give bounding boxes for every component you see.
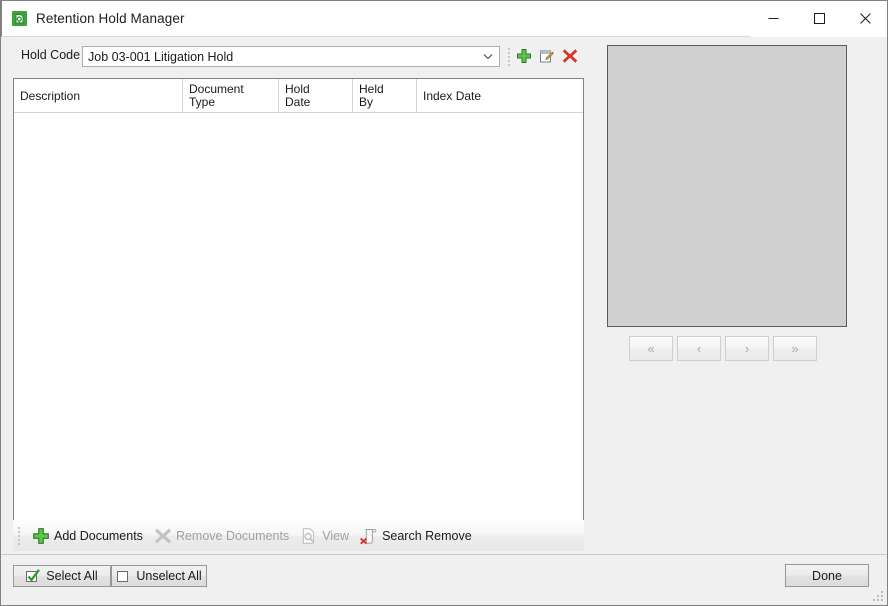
checked-checkbox-icon [26,569,41,583]
grid-body[interactable] [14,113,583,520]
first-page-button[interactable]: « [629,336,673,361]
search-remove-button[interactable]: Search Remove [354,523,477,549]
window-controls [750,0,887,37]
hold-code-toolbar-grip [508,48,511,66]
next-page-button[interactable]: › [725,336,769,361]
grey-x-icon [153,526,173,546]
hold-code-combobox[interactable]: Job 03-001 Litigation Hold [82,46,500,67]
view-button[interactable]: View [294,523,354,549]
remove-documents-label: Remove Documents [175,528,290,543]
chevron-down-icon [483,53,493,60]
unchecked-checkbox-icon [116,569,131,583]
select-all-label: Select All [46,569,98,583]
select-all-button[interactable]: Select All [13,565,111,587]
add-documents-label: Add Documents [54,528,143,543]
documents-grid[interactable]: Description Document Type Hold Date Held… [13,78,584,520]
column-header-description[interactable]: Description [14,79,183,112]
hold-code-value: Job 03-001 Litigation Hold [88,49,234,64]
last-page-button[interactable]: » [773,336,817,361]
resize-grip[interactable] [871,589,883,601]
retention-hold-manager-window: Retention Hold Manager Hold Code Job 03-… [0,0,888,606]
column-header-hold-date[interactable]: Hold Date [279,79,353,112]
close-icon[interactable] [842,0,887,37]
unselect-all-label: Unselect All [136,569,202,583]
toolbar-grip [18,527,21,545]
add-documents-button[interactable]: Add Documents [26,523,148,549]
edit-pencil-icon [539,48,555,69]
search-remove-label: Search Remove [382,528,472,543]
column-header-index-date[interactable]: Index Date [417,79,583,112]
grid-header-row: Description Document Type Hold Date Held… [14,79,583,113]
title-bar: Retention Hold Manager [1,0,887,37]
view-label: View [322,528,350,543]
maximize-icon[interactable] [796,0,842,37]
preview-navigation: « ‹ › » [629,336,817,361]
documents-toolbar: Add Documents Remove Documents View Sear… [13,520,584,551]
window-title: Retention Hold Manager [36,11,185,26]
remove-documents-button[interactable]: Remove Documents [148,523,294,549]
delete-hold-code-button[interactable] [559,47,581,69]
green-plus-icon [31,526,51,546]
done-button[interactable]: Done [785,564,869,587]
hold-code-label: Hold Code [21,48,81,62]
column-header-document-type[interactable]: Document Type [183,79,279,112]
edit-hold-code-button[interactable] [536,47,558,69]
green-plus-icon [516,48,532,69]
document-preview-pane[interactable] [607,45,847,327]
page-magnifier-icon [299,526,319,546]
minimize-icon[interactable] [750,0,796,37]
previous-page-button[interactable]: ‹ [677,336,721,361]
scroll-red-x-icon [359,526,379,546]
add-hold-code-button[interactable] [513,47,535,69]
unselect-all-button[interactable]: Unselect All [111,565,207,587]
retention-hold-icon [11,10,28,27]
red-x-icon [562,48,578,69]
column-header-held-by[interactable]: Held By [353,79,417,112]
